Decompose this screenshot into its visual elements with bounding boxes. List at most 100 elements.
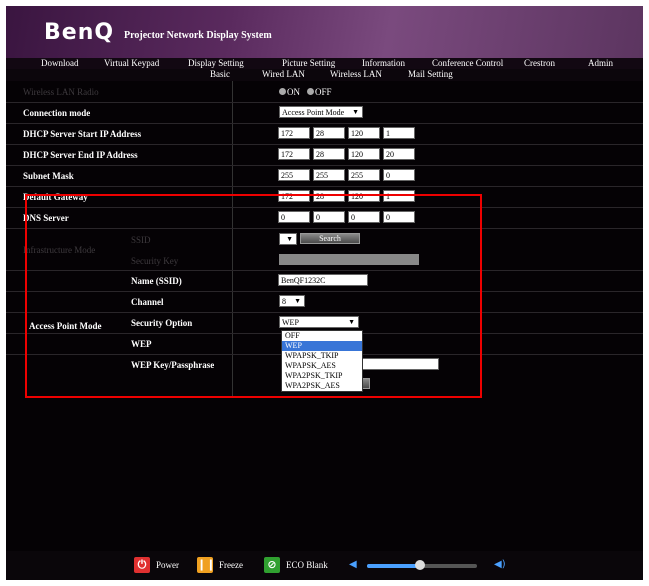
row-wireless-radio: Wireless LAN Radio ON OFF — [6, 81, 643, 103]
chevron-down-icon: ▼ — [352, 108, 359, 116]
dns-octet-2[interactable]: 0 — [313, 211, 345, 223]
nav-display-setting[interactable]: Display Setting — [188, 58, 244, 68]
security-option-label: Security Option — [131, 318, 193, 328]
dhcp-start-octet-1[interactable]: 172 — [278, 127, 310, 139]
subnav-wireless-lan[interactable]: Wireless LAN — [330, 69, 382, 79]
chevron-down-icon: ▼ — [294, 297, 301, 305]
security-option-wep[interactable]: WEP — [282, 341, 362, 351]
row-subnet: Subnet Mask 255 255 255 0 — [6, 165, 643, 187]
nav-download[interactable]: Download — [41, 58, 79, 68]
row-ap-channel: Channel 8 ▼ — [6, 291, 643, 313]
security-option-wpa2psk-aes[interactable]: WPA2PSK_AES — [282, 381, 362, 391]
wireless-radio-label: Wireless LAN Radio — [23, 87, 99, 97]
subnav-mail-setting[interactable]: Mail Setting — [408, 69, 453, 79]
nav-picture-setting[interactable]: Picture Setting — [282, 58, 335, 68]
ap-name-label: Name (SSID) — [131, 276, 182, 286]
row-connection-mode: Connection mode Access Point Mode ▼ — [6, 102, 643, 124]
security-option-wpapsk-tkip[interactable]: WPAPSK_TKIP — [282, 351, 362, 361]
volume-down-icon[interactable]: ◀ — [349, 559, 357, 570]
subnav-basic[interactable]: Basic — [210, 69, 230, 79]
dhcp-end-label: DHCP Server End IP Address — [23, 150, 138, 160]
chevron-down-icon: ▼ — [286, 235, 293, 243]
dhcp-end-octet-2[interactable]: 28 — [313, 148, 345, 160]
chevron-down-icon: ▼ — [348, 318, 355, 326]
volume-slider-fill — [367, 564, 420, 568]
subnet-octet-3[interactable]: 255 — [348, 169, 380, 181]
ssid-select[interactable]: ▼ — [279, 233, 297, 245]
gateway-octet-4[interactable]: 1 — [383, 190, 415, 202]
power-icon[interactable]: ⏻ — [134, 557, 150, 573]
nav-admin[interactable]: Admin — [588, 58, 613, 68]
dhcp-start-octet-3[interactable]: 120 — [348, 127, 380, 139]
wep-key-label: WEP Key/Passphrase — [131, 360, 215, 370]
nav-virtual-keypad[interactable]: Virtual Keypad — [104, 58, 159, 68]
search-button[interactable]: Search — [300, 233, 360, 244]
security-key-input[interactable] — [279, 254, 419, 265]
dhcp-end-octet-1[interactable]: 172 — [278, 148, 310, 160]
security-option-dropdown: OFF WEP WPAPSK_TKIP WPAPSK_AES WPA2PSK_T… — [281, 330, 363, 392]
ssid-label: SSID — [131, 235, 151, 245]
dns-octet-4[interactable]: 0 — [383, 211, 415, 223]
row-gateway: Default Gateway 172 28 120 1 — [6, 186, 643, 208]
gateway-octet-3[interactable]: 120 — [348, 190, 380, 202]
infrastructure-mode-label: Infrastructure Mode — [23, 245, 96, 255]
power-label: Power — [156, 560, 179, 570]
gateway-octet-2[interactable]: 28 — [313, 190, 345, 202]
gateway-octet-1[interactable]: 172 — [278, 190, 310, 202]
ap-name-input[interactable]: BenQF1232C — [278, 274, 368, 286]
wep-key-input[interactable] — [354, 358, 439, 370]
sub-nav: Basic Wired LAN Wireless LAN Mail Settin… — [6, 69, 643, 81]
eco-blank-icon[interactable]: ⊘ — [264, 557, 280, 573]
connection-mode-value: Access Point Mode — [282, 108, 345, 117]
freeze-label: Freeze — [219, 560, 243, 570]
dhcp-start-octet-4[interactable]: 1 — [383, 127, 415, 139]
dns-octet-3[interactable]: 0 — [348, 211, 380, 223]
row-infrastructure: Infrastructure Mode SSID ▼ Search Securi… — [6, 228, 643, 271]
dhcp-end-octet-4[interactable]: 20 — [383, 148, 415, 160]
security-option-select[interactable]: WEP ▼ — [279, 316, 359, 328]
control-bar: ⏻ Power ❙❙ Freeze ⊘ ECO Blank ◀ ◀) — [6, 551, 643, 580]
wep-label: WEP — [131, 339, 152, 349]
dhcp-end-octet-3[interactable]: 120 — [348, 148, 380, 160]
subnet-octet-4[interactable]: 0 — [383, 169, 415, 181]
nav-crestron[interactable]: Crestron — [524, 58, 555, 68]
subnet-octet-1[interactable]: 255 — [278, 169, 310, 181]
radio-off[interactable] — [307, 88, 314, 95]
dns-octet-1[interactable]: 0 — [278, 211, 310, 223]
app-title: Projector Network Display System — [124, 30, 272, 41]
security-option-wpa2psk-tkip[interactable]: WPA2PSK_TKIP — [282, 371, 362, 381]
subnav-wired-lan[interactable]: Wired LAN — [262, 69, 305, 79]
nav-conference-control[interactable]: Conference Control — [432, 58, 503, 68]
dhcp-start-label: DHCP Server Start IP Address — [23, 129, 142, 139]
subnet-octet-2[interactable]: 255 — [313, 169, 345, 181]
gateway-label: Default Gateway — [23, 192, 88, 202]
eco-blank-label: ECO Blank — [286, 560, 328, 570]
row-dns: DNS Server 0 0 0 0 — [6, 207, 643, 229]
row-dhcp-start: DHCP Server Start IP Address 172 28 120 … — [6, 123, 643, 145]
connection-mode-select[interactable]: Access Point Mode ▼ — [279, 106, 363, 118]
nav-information[interactable]: Information — [362, 58, 405, 68]
channel-value: 8 — [282, 297, 286, 306]
security-option-wpapsk-aes[interactable]: WPAPSK_AES — [282, 361, 362, 371]
volume-slider-handle[interactable] — [414, 560, 425, 570]
row-ap-name: Name (SSID) BenQF1232C — [6, 270, 643, 292]
benq-logo: BenQ — [44, 20, 115, 45]
header: BenQ Projector Network Display System — [6, 6, 643, 58]
channel-label: Channel — [131, 297, 164, 307]
freeze-icon[interactable]: ❙❙ — [197, 557, 215, 573]
security-option-value: WEP — [282, 318, 299, 327]
connection-mode-label: Connection mode — [23, 108, 91, 118]
dhcp-start-octet-2[interactable]: 28 — [313, 127, 345, 139]
radio-on[interactable] — [279, 88, 286, 95]
channel-select[interactable]: 8 ▼ — [279, 295, 305, 307]
dns-label: DNS Server — [23, 213, 69, 223]
radio-on-label: ON — [287, 87, 300, 97]
volume-up-icon[interactable]: ◀) — [494, 559, 506, 570]
row-dhcp-end: DHCP Server End IP Address 172 28 120 20 — [6, 144, 643, 166]
security-key-label: Security Key — [131, 256, 179, 266]
app-window: BenQ Projector Network Display System Do… — [6, 6, 643, 580]
main-nav: Download Virtual Keypad Display Setting … — [6, 58, 643, 69]
subnet-label: Subnet Mask — [23, 171, 74, 181]
settings-panel: Wireless LAN Radio ON OFF Connection mod… — [6, 81, 643, 551]
security-option-off[interactable]: OFF — [282, 331, 362, 341]
